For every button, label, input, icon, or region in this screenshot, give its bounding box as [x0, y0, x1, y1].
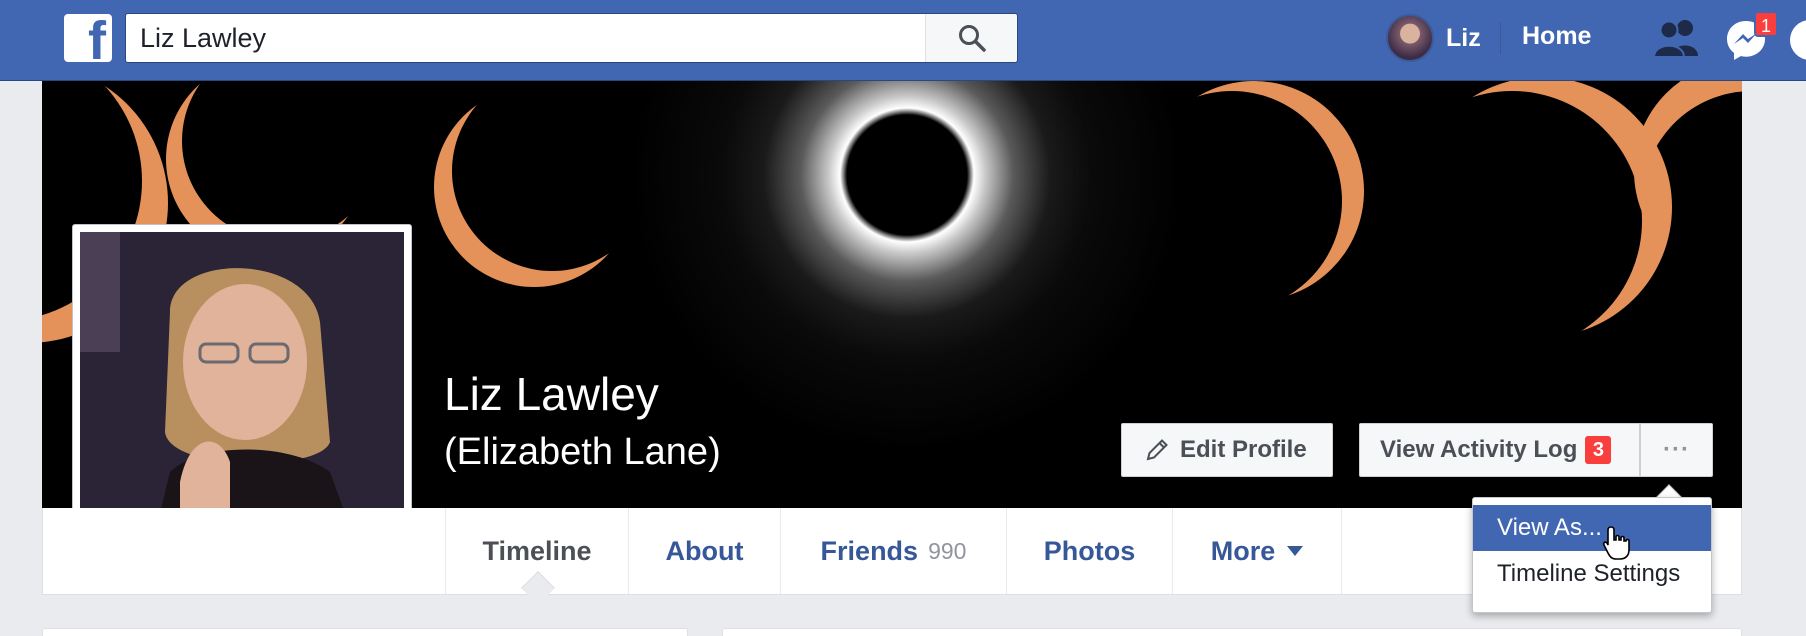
top-navigation-bar: f Liz Home 1 [0, 0, 1806, 81]
tab-friends-label: Friends [820, 535, 919, 566]
tab-friends[interactable]: Friends 990 [780, 508, 1006, 594]
nav-user-name: Liz [1446, 23, 1481, 52]
messages-badge: 1 [1754, 11, 1779, 37]
tab-photos[interactable]: Photos [1006, 508, 1172, 594]
menu-item-timeline-settings[interactable]: Timeline Settings [1473, 551, 1711, 597]
search-button[interactable] [925, 14, 1017, 62]
menu-item-label: View As... [1497, 514, 1602, 541]
friend-requests-icon[interactable] [1652, 18, 1702, 58]
nav-home-link[interactable]: Home [1522, 22, 1591, 51]
search-box [125, 13, 1018, 63]
notifications-icon[interactable] [1790, 20, 1806, 60]
view-activity-log-button[interactable]: View Activity Log 3 [1359, 423, 1640, 477]
nav-divider [1500, 22, 1501, 54]
eclipse-crescent [1642, 91, 1742, 311]
tab-more-label: More [1210, 535, 1276, 566]
nav-profile-link[interactable]: Liz [1386, 14, 1481, 62]
ellipsis-icon: ··· [1663, 436, 1690, 463]
edit-profile-button[interactable]: Edit Profile [1121, 423, 1333, 477]
eclipse-crescent [1122, 91, 1342, 311]
profile-alternate-name: (Elizabeth Lane) [444, 431, 721, 473]
more-options-menu: View As... Timeline Settings [1472, 497, 1712, 613]
eclipse-crescent [182, 81, 382, 241]
facebook-logo-icon[interactable]: f [64, 14, 112, 62]
activity-log-badge: 3 [1585, 436, 1612, 464]
eclipse-crescent [1382, 91, 1642, 351]
caret-down-icon [1287, 546, 1304, 556]
tab-about[interactable]: About [628, 508, 780, 594]
edit-profile-label: Edit Profile [1180, 436, 1307, 463]
profile-photo-illustration [80, 232, 404, 554]
profile-name: Liz Lawley [444, 368, 659, 420]
composer-card [722, 628, 1742, 636]
profile-photo [80, 232, 404, 554]
menu-item-view-as[interactable]: View As... [1473, 505, 1711, 551]
search-input[interactable] [126, 14, 926, 62]
activity-log-label: View Activity Log [1380, 436, 1578, 463]
tab-photos-label: Photos [1043, 535, 1136, 566]
tab-timeline-label: Timeline [482, 535, 592, 566]
menu-item-label: Timeline Settings [1497, 560, 1681, 587]
hand-cursor-icon [1602, 526, 1630, 560]
pencil-icon [1146, 439, 1168, 461]
tab-more[interactable]: More [1172, 508, 1342, 594]
avatar [1386, 14, 1434, 62]
more-options-button[interactable]: ··· [1640, 423, 1713, 477]
intro-card [42, 628, 688, 636]
search-icon [958, 25, 986, 52]
tab-about-label: About [665, 535, 744, 566]
friends-count: 990 [928, 537, 967, 564]
